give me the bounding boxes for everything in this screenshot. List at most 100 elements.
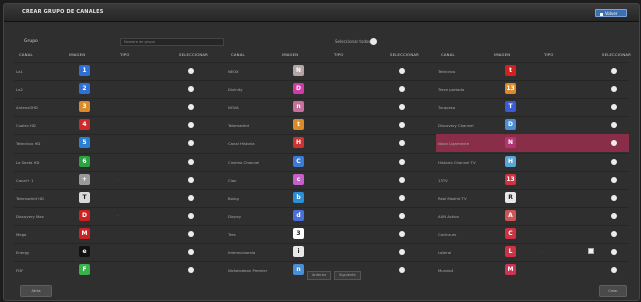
title-bar: CREAR GRUPO DE CANALES Volver <box>4 4 639 22</box>
channel-name: Cocina.es <box>438 231 457 237</box>
header-imagen-3: IMAGEN <box>494 52 511 57</box>
previous-page-button[interactable]: Anterior <box>307 271 332 280</box>
select-radio[interactable] <box>611 176 617 183</box>
channel-name: La1 <box>16 69 23 74</box>
type-value: - <box>541 140 543 146</box>
channel-name: Disney <box>228 213 241 219</box>
channel-name: Telecinco HD <box>16 141 41 147</box>
channel-name: Nickelodeon Premier <box>228 268 268 274</box>
channel-name: Lateral <box>438 250 452 255</box>
header-tipo-1: TIPO <box>120 52 130 57</box>
channel-logo-icon: 3 <box>79 101 90 113</box>
table-row <box>14 116 629 135</box>
back-button[interactable]: Volver <box>595 9 627 17</box>
create-button[interactable]: Crear <box>599 285 627 297</box>
select-radio[interactable] <box>188 68 194 74</box>
select-radio[interactable] <box>611 158 617 165</box>
select-radio[interactable] <box>611 230 617 237</box>
channel-name: Historia Channel TV <box>438 159 476 165</box>
group-name-input[interactable]: Nombre de grupo <box>120 38 224 46</box>
header-canal-1: CANAL <box>19 52 33 57</box>
select-radio[interactable] <box>399 68 405 74</box>
select-all-label: Seleccionar todos <box>335 39 371 44</box>
channel-logo-icon: 13 <box>505 173 516 185</box>
select-radio[interactable] <box>611 249 617 255</box>
header-seleccionar-2: SELECCIONAR <box>390 52 420 57</box>
channel-name: 13TV <box>438 177 448 183</box>
select-radio[interactable] <box>399 212 405 219</box>
channel-name: Canal Historia <box>228 141 255 147</box>
select-radio[interactable] <box>188 194 194 201</box>
channel-name: Telecinco <box>438 69 456 74</box>
channel-logo-icon: R <box>505 191 516 203</box>
select-radio[interactable] <box>399 230 405 237</box>
select-radio[interactable] <box>611 68 617 74</box>
channel-name: Mundo4 <box>438 268 454 274</box>
table-row <box>14 170 629 190</box>
select-radio[interactable] <box>399 176 405 183</box>
select-radio[interactable] <box>399 194 405 201</box>
window: CREAR GRUPO DE CANALES Volver Grupo Nomb… <box>3 3 640 301</box>
channel-logo-icon: t <box>505 65 516 76</box>
header-seleccionar-3: SELECCIONAR <box>602 52 632 57</box>
back-footer-button[interactable]: Atrás <box>20 285 52 297</box>
type-value: - <box>541 249 543 254</box>
table-row <box>14 98 629 117</box>
select-radio[interactable] <box>611 212 617 219</box>
channel-logo-icon: D <box>79 209 90 221</box>
channel-logo-icon: n <box>293 264 304 276</box>
checkbox[interactable] <box>588 248 594 254</box>
channel-name: Cuatro HD <box>16 123 36 129</box>
channel-logo-icon: C <box>293 155 304 167</box>
channel-name: FDF <box>16 268 24 274</box>
channel-name: Telemadrid HD <box>16 195 44 201</box>
channel-logo-icon: L <box>505 246 516 257</box>
select-all-radio[interactable] <box>370 38 377 45</box>
select-radio[interactable] <box>188 249 194 255</box>
channel-logo-icon: T <box>505 101 516 113</box>
channel-logo-icon: M <box>79 227 90 239</box>
select-radio[interactable] <box>188 212 194 219</box>
channel-name: Discovery Max <box>16 213 44 219</box>
table-row <box>14 224 629 244</box>
channel-logo-icon: 6 <box>79 155 90 167</box>
channel-logo-icon: 13 <box>505 83 516 95</box>
channel-logo-icon: M <box>505 264 516 276</box>
select-radio[interactable] <box>188 230 194 237</box>
select-radio[interactable] <box>399 249 405 255</box>
channel-logo-icon: e <box>79 246 90 257</box>
channel-logo-icon: N <box>293 65 304 76</box>
next-page-button[interactable]: Siguiente <box>334 271 361 280</box>
header-imagen-2: IMAGEN <box>282 52 299 57</box>
channel-logo-icon: t <box>293 119 304 131</box>
channel-name: Mega <box>16 231 27 237</box>
channel-logo-icon: n <box>293 101 304 113</box>
channel-name: Boing <box>228 195 239 201</box>
channel-logo-icon: i <box>293 246 304 257</box>
channel-name: Trece portada <box>438 87 465 93</box>
select-radio[interactable] <box>399 158 405 165</box>
back-button-label: Volver <box>605 11 618 16</box>
channel-logo-icon: D <box>505 119 516 131</box>
channel-name: Intereconomía <box>228 250 256 255</box>
select-radio[interactable] <box>611 194 617 201</box>
channel-logo-icon: 3 <box>293 227 304 239</box>
header-canal-2: CANAL <box>231 52 245 57</box>
channel-name: Canal+ 1 <box>16 177 34 183</box>
channel-logo-icon: N <box>505 137 516 149</box>
channel-name: Telemadrid <box>228 123 249 129</box>
channel-logo-icon: C <box>505 227 516 239</box>
channel-name: La Sexta HD <box>16 159 40 165</box>
channel-logo-icon: 2 <box>79 83 90 95</box>
channel-name: Divinity <box>228 87 243 93</box>
page-title: CREAR GRUPO DE CANALES <box>22 9 104 15</box>
select-radio[interactable] <box>188 158 194 165</box>
channel-logo-icon: D <box>293 83 304 95</box>
channel-name: Discovery Channel <box>438 123 474 129</box>
channel-name: Tres <box>228 231 236 237</box>
select-radio[interactable] <box>188 176 194 183</box>
back-icon <box>600 12 603 16</box>
table-row <box>14 206 629 226</box>
channel-name: Nova Ligamente <box>438 141 470 147</box>
type-value: - <box>117 212 119 218</box>
